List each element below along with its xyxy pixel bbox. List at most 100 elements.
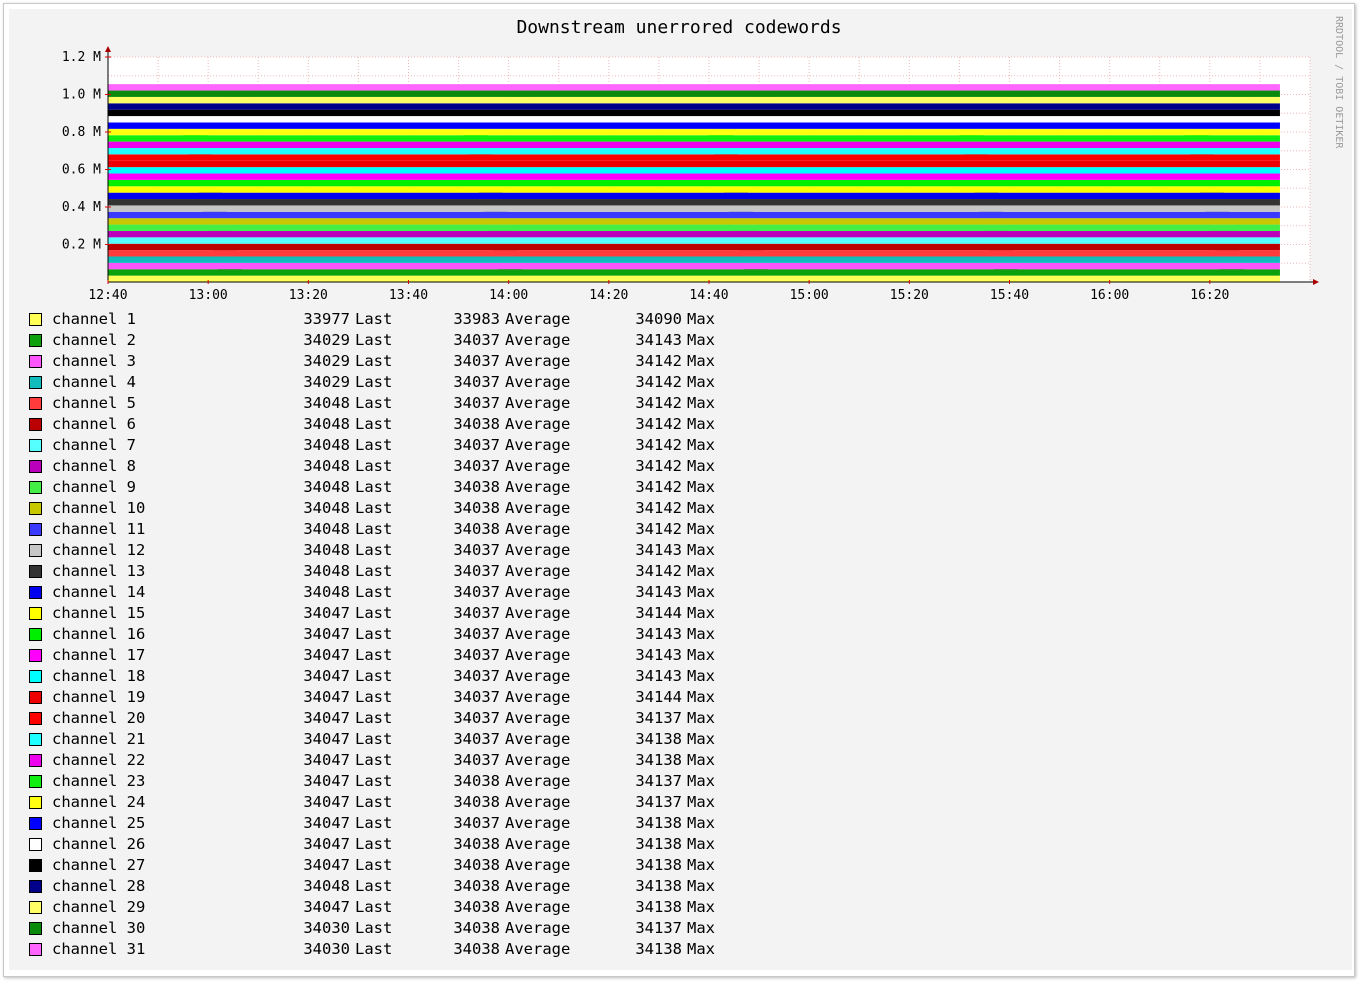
legend-max-label: Max (687, 436, 715, 454)
legend-last-value: 34047 (303, 772, 350, 790)
legend-last-value: 34048 (303, 499, 350, 517)
legend-average-label: Average (505, 310, 571, 328)
x-tick-label: 16:00 (1090, 288, 1129, 303)
legend-last-value: 34047 (303, 688, 350, 706)
legend-swatch (29, 418, 42, 431)
legend-last-value: 34047 (303, 898, 350, 916)
legend-last-label: Last (355, 772, 393, 790)
legend-last-label: Last (355, 541, 393, 559)
legend-average-label: Average (505, 331, 571, 349)
legend-average-value: 34038 (453, 919, 500, 937)
series-band-channel-29 (108, 96, 1280, 104)
series-band-channel-26 (108, 116, 1280, 123)
legend-max-value: 34143 (635, 625, 682, 643)
legend-average-label: Average (505, 499, 571, 517)
legend-swatch (29, 544, 42, 557)
legend-swatch (29, 775, 42, 788)
legend-last-label: Last (355, 415, 393, 433)
legend-average-label: Average (505, 436, 571, 454)
legend-average-label: Average (505, 709, 571, 727)
legend-swatch (29, 607, 42, 620)
legend-max-value: 34143 (635, 667, 682, 685)
legend-average-value: 34038 (453, 499, 500, 517)
legend-average-label: Average (505, 478, 571, 496)
legend-last-label: Last (355, 730, 393, 748)
legend-series-name: channel 29 (52, 898, 146, 916)
legend-max-value: 34138 (635, 751, 682, 769)
legend-average-value: 34037 (453, 562, 500, 580)
legend-last-value: 34047 (303, 730, 350, 748)
legend-average-label: Average (505, 730, 571, 748)
chart-title: Downstream unerrored codewords (516, 17, 841, 38)
legend-last-value: 34047 (303, 646, 350, 664)
legend-max-value: 34142 (635, 520, 682, 538)
legend-average-value: 34038 (453, 415, 500, 433)
legend-average-value: 34037 (453, 688, 500, 706)
rrdtool-credit: RRDTOOL / TOBI OETIKER (1333, 16, 1344, 149)
x-tick-label: 13:20 (289, 288, 328, 303)
legend-max-label: Max (687, 919, 715, 937)
stacked-series (108, 84, 1280, 282)
x-tick-label: 14:00 (489, 288, 528, 303)
legend-max-value: 34138 (635, 730, 682, 748)
legend-last-value: 34030 (303, 940, 350, 958)
legend-last-value: 34047 (303, 625, 350, 643)
legend-series-name: channel 3 (52, 352, 136, 370)
legend-last-value: 34048 (303, 583, 350, 601)
legend-average-value: 34037 (453, 646, 500, 664)
legend-max-label: Max (687, 394, 715, 412)
x-tick-label: 15:20 (890, 288, 929, 303)
legend-last-label: Last (355, 688, 393, 706)
legend-series-name: channel 24 (52, 793, 146, 811)
x-tick-label: 13:40 (389, 288, 428, 303)
legend-max-value: 34142 (635, 457, 682, 475)
legend-max-value: 34137 (635, 772, 682, 790)
legend-average-label: Average (505, 688, 571, 706)
legend-last-label: Last (355, 457, 393, 475)
series-band-channel-23 (108, 135, 1280, 142)
legend-average-value: 34037 (453, 667, 500, 685)
legend-last-label: Last (355, 352, 393, 370)
legend-average-label: Average (505, 352, 571, 370)
series-band-channel-18 (108, 167, 1280, 174)
legend-average-label: Average (505, 604, 571, 622)
legend-max-value: 34142 (635, 499, 682, 517)
series-band-channel-3 (108, 262, 1280, 270)
legend-last-value: 34048 (303, 478, 350, 496)
legend-swatch (29, 901, 42, 914)
legend-last-label: Last (355, 646, 393, 664)
y-axis-ticks: 1.2 M 1.0 M 0.8 M 0.6 M 0.4 M 0.2 M (62, 50, 111, 253)
legend-average-label: Average (505, 877, 571, 895)
series-band-channel-14 (108, 192, 1280, 200)
legend-swatch (29, 754, 42, 767)
series-band-channel-31 (108, 84, 1280, 91)
series-band-channel-8 (108, 230, 1280, 238)
legend-average-value: 34037 (453, 730, 500, 748)
legend-last-value: 34048 (303, 541, 350, 559)
legend-average-label: Average (505, 520, 571, 538)
y-tick-label: 0.8 M (62, 125, 101, 140)
legend-average-value: 34038 (453, 520, 500, 538)
legend-max-label: Max (687, 625, 715, 643)
series-band-channel-22 (108, 141, 1280, 148)
legend-average-label: Average (505, 793, 571, 811)
legend-last-value: 34048 (303, 562, 350, 580)
legend-average-value: 34038 (453, 856, 500, 874)
series-band-channel-25 (108, 122, 1280, 129)
legend-average-value: 34037 (453, 457, 500, 475)
series-band-channel-17 (108, 173, 1280, 180)
legend-max-label: Max (687, 667, 715, 685)
legend-last-value: 34048 (303, 877, 350, 895)
legend-last-value: 33977 (303, 310, 350, 328)
legend-last-value: 34048 (303, 415, 350, 433)
legend-max-label: Max (687, 730, 715, 748)
legend-last-label: Last (355, 373, 393, 391)
legend-max-value: 34143 (635, 541, 682, 559)
legend-series-name: channel 31 (52, 940, 146, 958)
series-band-channel-28 (108, 103, 1280, 110)
legend-average-value: 34037 (453, 751, 500, 769)
y-tick-label: 0.6 M (62, 163, 101, 178)
legend-max-value: 34138 (635, 835, 682, 853)
legend-average-label: Average (505, 646, 571, 664)
legend-last-label: Last (355, 793, 393, 811)
